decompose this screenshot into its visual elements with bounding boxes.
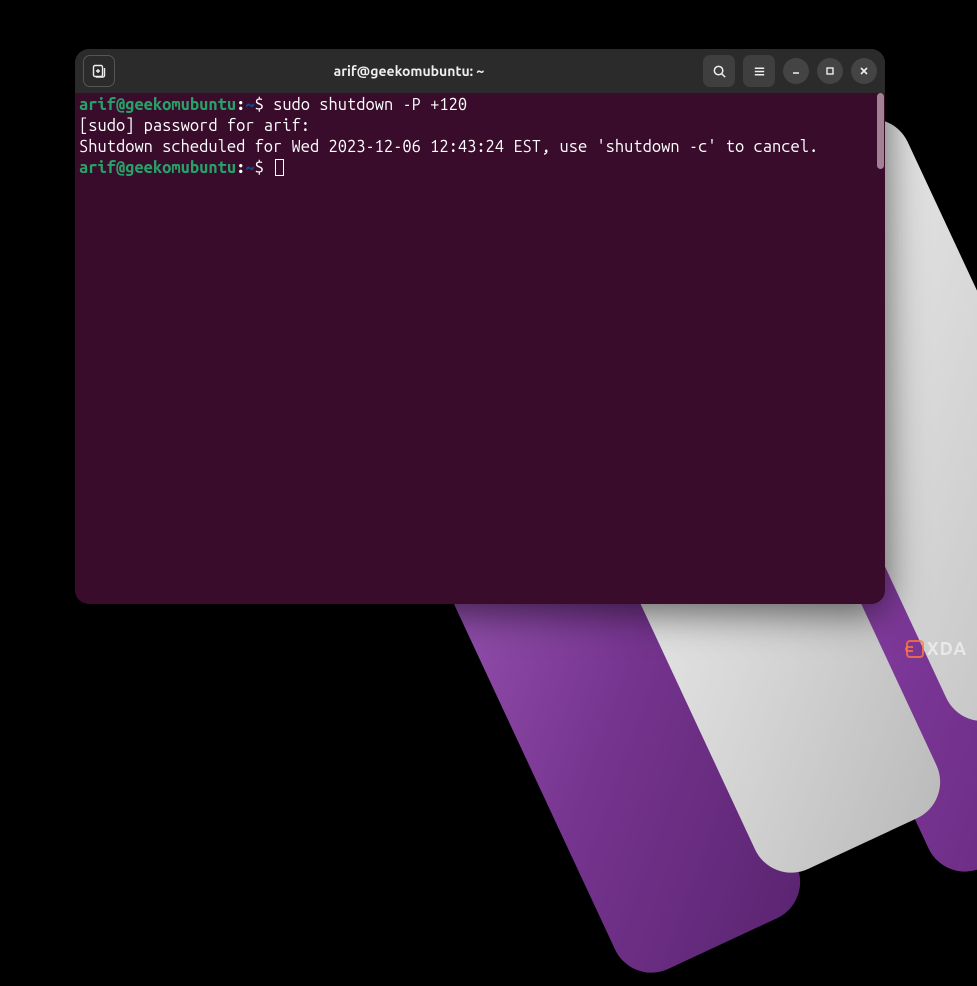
prompt-separator: :	[236, 96, 245, 114]
window-titlebar: arif@geekomubuntu: ~	[75, 49, 885, 93]
menu-button[interactable]	[743, 55, 775, 87]
close-icon	[858, 65, 870, 77]
new-tab-icon	[91, 63, 107, 79]
search-icon	[712, 64, 727, 79]
prompt-path: ~	[245, 159, 254, 177]
titlebar-controls	[703, 55, 877, 87]
new-tab-button[interactable]	[83, 55, 115, 87]
terminal-line: arif@geekomubuntu:~$ sudo shutdown -P +1…	[79, 95, 879, 116]
terminal-window: arif@geekomubuntu: ~	[75, 49, 885, 604]
terminal-line: [sudo] password for arif:	[79, 116, 879, 137]
maximize-icon	[824, 65, 836, 77]
scrollbar-thumb[interactable]	[877, 93, 884, 169]
prompt-symbol: $	[255, 159, 273, 177]
prompt-user-host: arif@geekomubuntu	[79, 96, 236, 114]
terminal-cursor	[275, 159, 284, 176]
minimize-button[interactable]	[783, 58, 809, 84]
prompt-user-host: arif@geekomubuntu	[79, 159, 236, 177]
search-button[interactable]	[703, 55, 735, 87]
terminal-line: Shutdown scheduled for Wed 2023-12-06 12…	[79, 137, 879, 158]
close-button[interactable]	[851, 58, 877, 84]
maximize-button[interactable]	[817, 58, 843, 84]
hamburger-icon	[752, 64, 767, 79]
watermark-icon	[906, 640, 924, 658]
watermark: XDA	[906, 639, 967, 659]
output-text: [sudo] password for arif:	[79, 117, 310, 135]
watermark-text: XDA	[927, 639, 967, 659]
terminal-body[interactable]: arif@geekomubuntu:~$ sudo shutdown -P +1…	[75, 93, 885, 604]
prompt-symbol: $	[255, 96, 273, 114]
output-text: Shutdown scheduled for Wed 2023-12-06 12…	[79, 138, 818, 156]
window-title: arif@geekomubuntu: ~	[123, 63, 695, 79]
command-text: sudo shutdown -P +120	[273, 96, 467, 114]
terminal-line: arif@geekomubuntu:~$	[79, 158, 879, 179]
prompt-path: ~	[245, 96, 254, 114]
prompt-separator: :	[236, 159, 245, 177]
minimize-icon	[790, 65, 802, 77]
